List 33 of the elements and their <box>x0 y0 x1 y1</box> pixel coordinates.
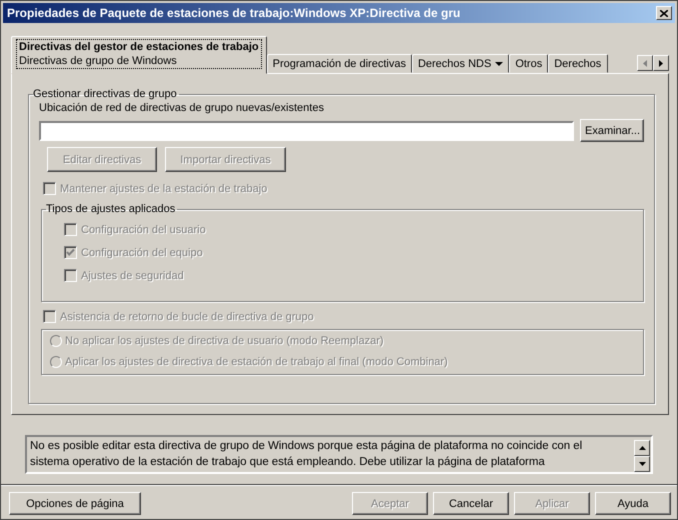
checkbox-label: Mantener ajustes de la estación de trabajo <box>60 182 268 194</box>
tab[interactable]: Programación de directivas <box>266 54 412 73</box>
message-text: No es posible editar esta directiva de grupo de Windows porque esta página de plataforma no coincide con el sistema operativo de la estación de trabajo que está empleando. Debe utilizar la página de plataforma <box>29 439 584 470</box>
checkbox-label: Asistencia de retorno de bucle de directiva de grupo <box>60 310 314 322</box>
tab[interactable]: Otros <box>509 54 548 73</box>
close-icon <box>660 10 668 16</box>
down-arrow-icon <box>638 462 646 466</box>
close-button[interactable] <box>656 6 672 20</box>
window-title: Propiedades de Paquete de estaciones de trabajo:Windows XP:Directiva de gru <box>7 6 462 20</box>
page-options-button[interactable]: Opciones de página <box>9 492 141 515</box>
checkbox-label: Configuración del usuario <box>81 224 206 236</box>
tab[interactable]: Directivas del gestor de estaciones de trabajo Directivas de grupo de Windows <box>11 36 267 74</box>
browse-button[interactable]: Examinar... <box>580 119 644 142</box>
tab[interactable]: Derechos NDS <box>412 54 510 73</box>
dialog-button[interactable]: Cancelar <box>433 492 509 515</box>
dropdown-arrow-icon <box>495 62 504 66</box>
scroll-down-button[interactable] <box>634 456 650 472</box>
checkbox-label: Configuración del equipo <box>81 246 203 258</box>
up-arrow-icon <box>638 446 646 450</box>
right-arrow-icon <box>659 60 663 66</box>
left-arrow-icon <box>643 60 647 66</box>
dialog-button[interactable]: Ayuda <box>595 492 671 515</box>
radio-label: Aplicar los ajustes de directiva de estación de trabajo al final (modo Combinar) <box>65 356 448 368</box>
radio-label: No aplicar los ajustes de directiva de usuario (modo Reemplazar) <box>65 335 384 347</box>
tab[interactable]: Derechos <box>548 54 608 73</box>
location-field[interactable] <box>39 120 574 140</box>
scroll-right-button[interactable] <box>653 55 669 71</box>
scroll-left-button[interactable] <box>637 55 653 71</box>
field-label: Ubicación de red de directivas de grupo nuevas/existentes <box>39 102 325 114</box>
group-title: Gestionar directivas de grupo <box>33 88 178 100</box>
group-title: Tipos de ajustes aplicados <box>46 203 176 215</box>
scroll-up-button[interactable] <box>634 440 650 456</box>
checkbox-label: Ajustes de seguridad <box>81 270 184 282</box>
